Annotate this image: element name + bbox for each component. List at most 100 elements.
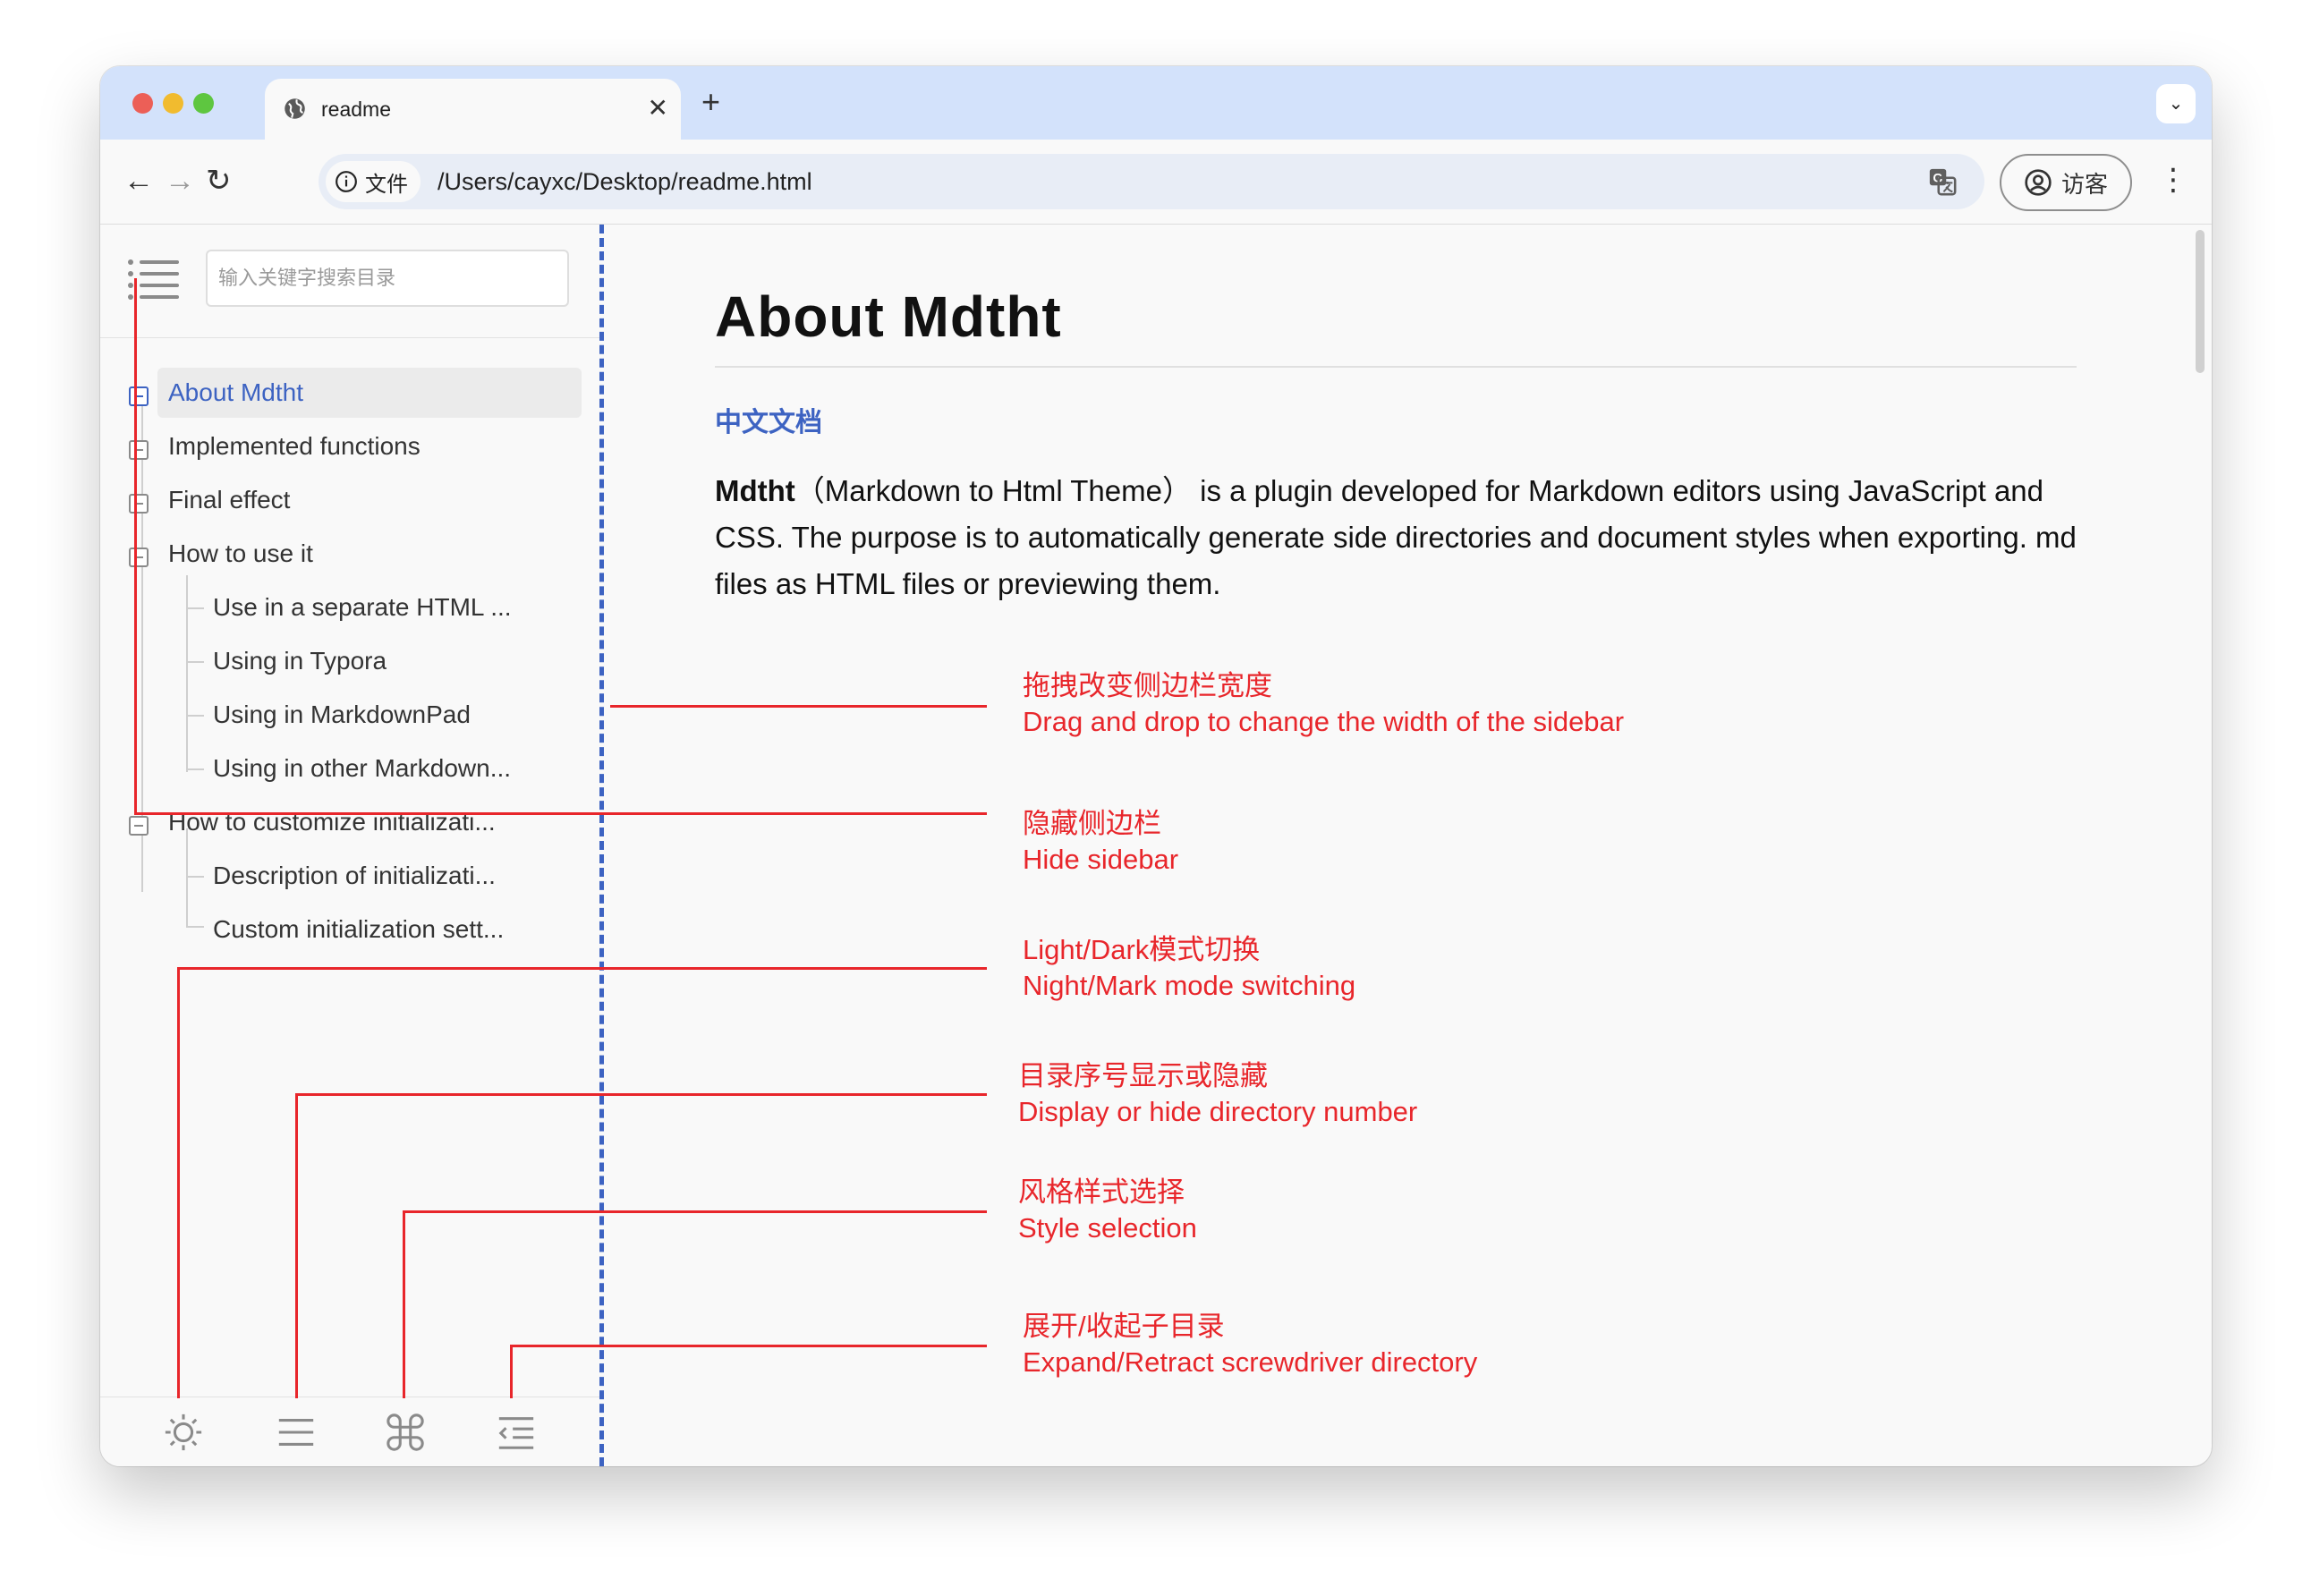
close-icon[interactable]: ✕ (648, 93, 668, 123)
annotation-expand: 展开/收起子目录 Expand/Retract screwdriver dire… (1023, 1309, 1477, 1380)
collapse-toggle[interactable] (129, 386, 149, 406)
tree-guide (186, 715, 204, 717)
chinese-docs-link[interactable]: 中文文档 (715, 400, 822, 439)
toc-item[interactable]: Final effect (168, 475, 290, 525)
toc-item-label: Implemented functions (168, 432, 421, 460)
annotation-cn: 风格样式选择 (1018, 1176, 1185, 1208)
toc-item[interactable]: Use in a separate HTML ... (213, 582, 512, 632)
tab-readme[interactable]: readme ✕ (265, 79, 681, 140)
collapse-toggle[interactable] (129, 548, 149, 567)
tab-strip: readme ✕ + ⌄ (100, 66, 2212, 140)
annotation-hide-sidebar: 隐藏侧边栏 Hide sidebar (1023, 806, 1178, 878)
annotation-cn: 展开/收起子目录 (1023, 1311, 1225, 1342)
callout-line (134, 278, 137, 815)
callout-line (177, 967, 180, 1398)
callout-line (403, 1210, 987, 1213)
annotation-en: Expand/Retract screwdriver directory (1023, 1346, 1478, 1378)
sidebar-divider (100, 337, 601, 338)
back-button[interactable]: ← (123, 161, 154, 200)
tree-guide (186, 661, 204, 663)
collapse-toggle[interactable] (129, 494, 149, 514)
tab-search-button[interactable]: ⌄ (2156, 84, 2196, 123)
avatar-icon (2025, 169, 2052, 196)
globe-icon (285, 98, 305, 119)
toc-item-label: Final effect (168, 486, 291, 514)
profile-label: 访客 (2060, 170, 2108, 198)
article: About Mdtht 中文文档 Mdtht（Markdown to Html … (607, 225, 2212, 1466)
annotation-cn: 目录序号显示或隐藏 (1018, 1060, 1268, 1091)
toc-item[interactable]: Using in Typora (213, 636, 387, 686)
toc-item[interactable]: About Mdtht (157, 368, 582, 418)
tree-guide (186, 876, 204, 878)
toc-item[interactable]: Implemented functions (168, 421, 421, 471)
toc-item-label: Custom initialization sett... (213, 915, 505, 943)
annotation-en: Night/Mark mode switching (1023, 970, 1356, 1001)
sidebar-toolbar (100, 1396, 601, 1466)
toc-item-label: Using in other Markdown... (213, 754, 512, 782)
article-title: About Mdtht (715, 284, 1062, 349)
page-viewport: About Mdtht Implemented functions Final … (100, 225, 2212, 1466)
annotation-resize: 拖拽改变侧边栏宽度 Drag and drop to change the wi… (1023, 668, 1624, 740)
intro-paragraph: Mdtht（Markdown to Html Theme） is a plugi… (715, 468, 2093, 607)
close-window-button[interactable] (132, 93, 153, 114)
callout-line (134, 812, 987, 815)
toc-item-label: Description of initializati... (213, 862, 496, 889)
toc-item[interactable]: Using in MarkdownPad (213, 690, 471, 740)
more-menu-icon[interactable]: ⋮ (2158, 157, 2188, 202)
toc-item[interactable]: How to use it (168, 529, 313, 579)
list-icon[interactable] (276, 1412, 317, 1453)
toc-search-input[interactable] (206, 250, 569, 307)
toc-item[interactable]: How to customize initializati... (168, 797, 496, 847)
new-tab-button[interactable]: + (701, 86, 720, 118)
translate-icon[interactable]: G (1927, 166, 1958, 197)
tab-title: readme (321, 98, 391, 121)
site-info-label: 文件 (365, 172, 408, 197)
address-bar[interactable]: 文件 /Users/cayxc/Desktop/readme.html G (319, 154, 1984, 209)
toc-item[interactable]: Using in other Markdown... (213, 743, 511, 794)
forward-button[interactable]: → (165, 161, 195, 200)
toc-item-label: Using in MarkdownPad (213, 700, 471, 728)
callout-line (403, 1210, 405, 1398)
annotation-toc-number: 目录序号显示或隐藏 Display or hide directory numb… (1018, 1058, 1417, 1130)
callout-line (295, 1093, 987, 1096)
tree-guide (186, 768, 204, 770)
tree-guide (186, 926, 204, 928)
command-icon[interactable] (385, 1412, 426, 1453)
indent-icon[interactable] (496, 1412, 537, 1453)
zoom-window-button[interactable] (193, 93, 214, 114)
toc-item-label: How to use it (168, 539, 313, 567)
annotation-en: Hide sidebar (1023, 844, 1179, 875)
reload-button[interactable]: ↻ (206, 161, 232, 200)
annotation-cn: Light/Dark模式切换 (1023, 934, 1261, 965)
annotation-en: Drag and drop to change the width of the… (1023, 706, 1625, 737)
toc-item-label: Using in Typora (213, 647, 387, 675)
browser-toolbar: ← → ↻ 文件 /Users/cayxc/Desktop/readme.htm… (100, 140, 2212, 225)
url-text[interactable]: /Users/cayxc/Desktop/readme.html (438, 168, 812, 196)
toc-item[interactable]: Description of initializati... (213, 851, 496, 901)
title-divider (715, 366, 2077, 368)
sidebar-resize-handle[interactable] (599, 225, 604, 1466)
chevron-down-icon: ⌄ (2168, 94, 2184, 114)
collapse-toggle[interactable] (129, 816, 149, 836)
callout-line (510, 1345, 987, 1347)
annotation-en: Style selection (1018, 1212, 1197, 1244)
sun-icon[interactable] (163, 1412, 204, 1453)
callout-line (610, 705, 987, 708)
intro-text: （Markdown to Html Theme） is a plugin dev… (715, 474, 2077, 600)
annotation-en: Display or hide directory number (1018, 1096, 1418, 1127)
tree-guide (186, 607, 204, 609)
toc-item-label: About Mdtht (168, 378, 303, 406)
annotation-cn: 隐藏侧边栏 (1023, 808, 1161, 839)
profile-button[interactable]: 访客 (2000, 154, 2132, 211)
tree-guide (186, 575, 188, 772)
annotation-cn: 拖拽改变侧边栏宽度 (1023, 670, 1272, 701)
sidebar: About Mdtht Implemented functions Final … (100, 225, 601, 1466)
scrollbar[interactable] (2196, 230, 2205, 373)
site-info-chip[interactable]: 文件 (326, 161, 421, 202)
minimize-window-button[interactable] (163, 93, 183, 114)
collapse-toggle[interactable] (129, 440, 149, 460)
annotation-theme-mode: Light/Dark模式切换 Night/Mark mode switching (1023, 932, 1355, 1004)
toc-item[interactable]: Custom initialization sett... (213, 904, 504, 955)
intro-bold: Mdtht (715, 474, 795, 507)
callout-line (177, 967, 987, 970)
